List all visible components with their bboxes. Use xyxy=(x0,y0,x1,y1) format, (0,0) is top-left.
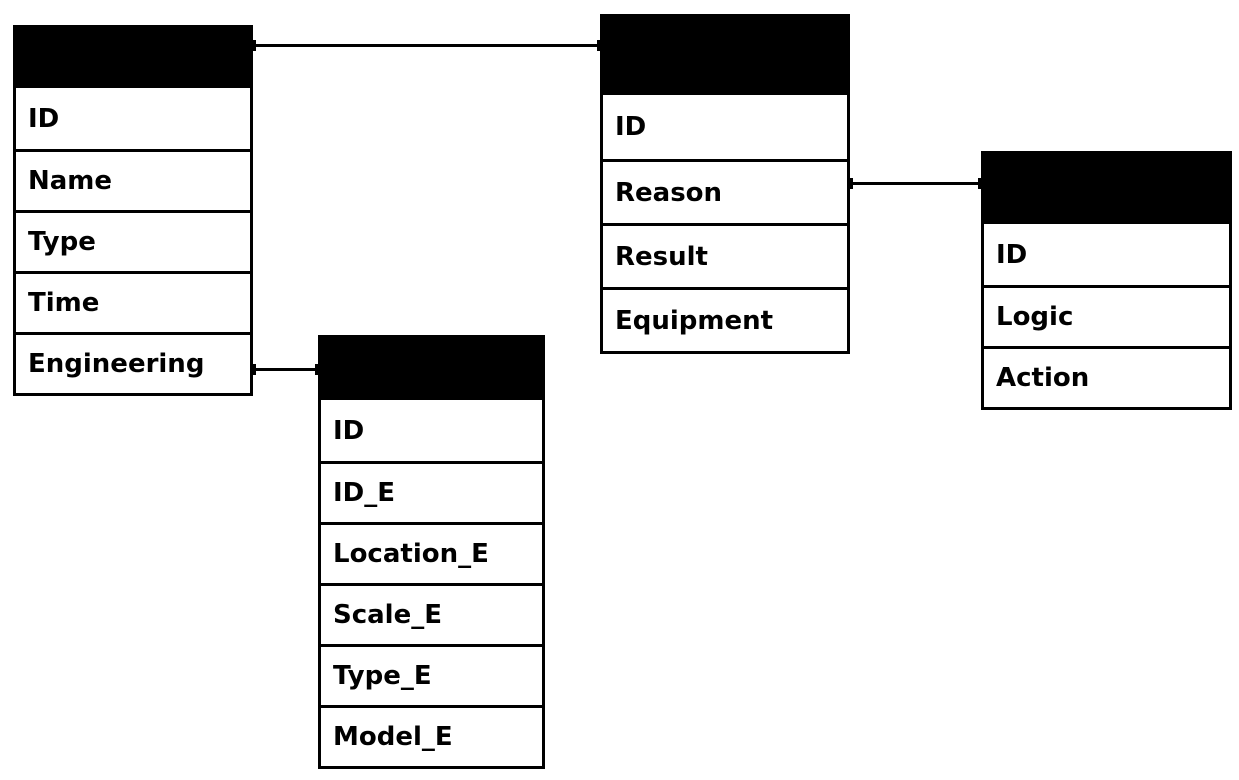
relationship-connector xyxy=(253,44,600,47)
relationship-connector xyxy=(850,182,981,185)
entity-field-list: ID Name Type Time Engineering xyxy=(16,88,250,393)
entity-title-bar xyxy=(603,17,847,95)
entity-field-row[interactable]: ID xyxy=(984,224,1229,285)
entity-table[interactable]: ID Logic Action xyxy=(981,151,1232,410)
entity-field-row[interactable]: ID xyxy=(321,400,542,461)
entity-field-row[interactable]: Reason xyxy=(603,159,847,223)
entity-field-row[interactable]: Type xyxy=(16,210,250,271)
entity-field-row[interactable]: Location_E xyxy=(321,522,542,583)
entity-field-list: ID Reason Result Equipment xyxy=(603,95,847,351)
entity-table[interactable]: ID Name Type Time Engineering xyxy=(13,25,253,396)
entity-table[interactable]: ID Reason Result Equipment xyxy=(600,14,850,354)
entity-field-row[interactable]: ID_E xyxy=(321,461,542,522)
entity-title-bar xyxy=(984,154,1229,224)
entity-field-row[interactable]: Result xyxy=(603,223,847,287)
entity-field-row[interactable]: Name xyxy=(16,149,250,210)
entity-field-row[interactable]: ID xyxy=(16,88,250,149)
entity-field-row[interactable]: Equipment xyxy=(603,287,847,351)
entity-field-row[interactable]: Type_E xyxy=(321,644,542,705)
relationship-connector xyxy=(253,368,318,371)
entity-title-bar xyxy=(16,28,250,88)
entity-field-list: ID ID_E Location_E Scale_E Type_E Model_E xyxy=(321,400,542,766)
entity-title-bar xyxy=(321,338,542,400)
entity-field-row[interactable]: Logic xyxy=(984,285,1229,346)
entity-field-list: ID Logic Action xyxy=(984,224,1229,407)
entity-field-row[interactable]: Scale_E xyxy=(321,583,542,644)
entity-field-row[interactable]: Engineering xyxy=(16,332,250,393)
entity-table[interactable]: ID ID_E Location_E Scale_E Type_E Model_E xyxy=(318,335,545,769)
entity-field-row[interactable]: ID xyxy=(603,95,847,159)
connector-endpoint-start xyxy=(850,178,853,189)
entity-field-row[interactable]: Model_E xyxy=(321,705,542,766)
entity-field-row[interactable]: Time xyxy=(16,271,250,332)
er-diagram-canvas: ID Name Type Time Engineering ID Reason Result E… xyxy=(0,0,1239,780)
entity-field-row[interactable]: Action xyxy=(984,346,1229,407)
connector-endpoint-start xyxy=(253,40,256,51)
connector-endpoint-start xyxy=(253,364,256,375)
